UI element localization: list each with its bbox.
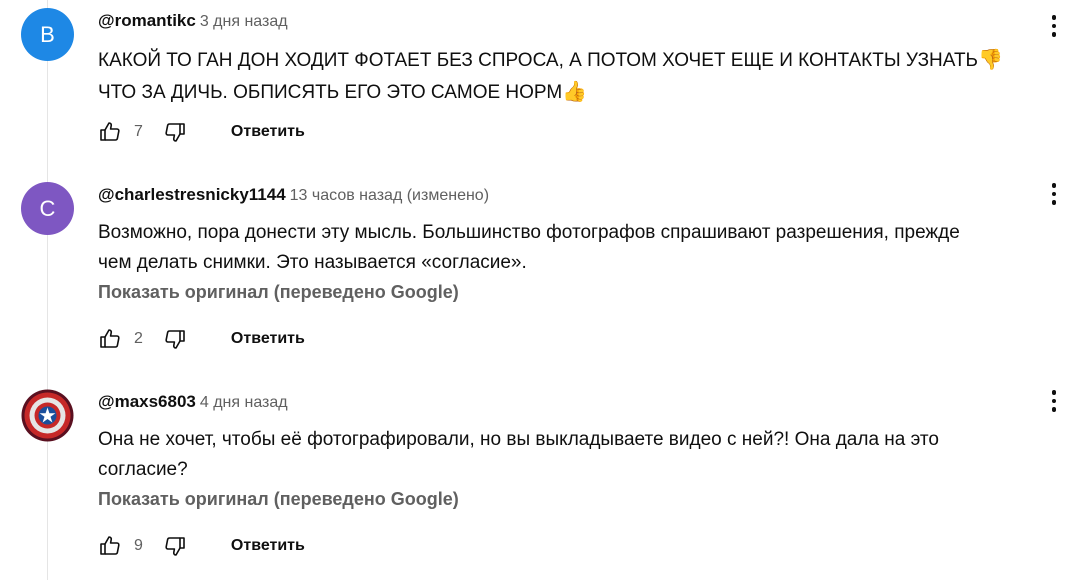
comment-header: @charlestresnicky1144 13 часов назад (изм… — [98, 184, 489, 207]
dot-icon — [1051, 200, 1057, 205]
dot-icon — [1051, 407, 1057, 412]
like-button[interactable] — [98, 534, 122, 558]
avatar[interactable]: C — [21, 182, 74, 235]
captain-shield-icon — [21, 389, 74, 442]
like-count: 7 — [134, 123, 143, 140]
reply-button[interactable]: Ответить — [231, 537, 305, 555]
dot-icon — [1051, 32, 1057, 37]
more-options-button[interactable] — [1044, 10, 1064, 42]
comment-time[interactable]: 13 часов назад (изменено) — [290, 187, 489, 204]
like-button[interactable] — [98, 327, 122, 351]
comment-time[interactable]: 3 дня назад — [200, 13, 288, 30]
comment-text-line: ЧТО ЗА ДИЧЬ. ОБПИСЯТЬ ЕГО ЭТО САМОЕ НОРМ — [98, 82, 563, 103]
avatar-letter: B — [40, 21, 55, 47]
more-options-button[interactable] — [1044, 385, 1064, 417]
comment-actions: 2 Ответить — [98, 325, 305, 353]
dislike-button[interactable] — [163, 534, 187, 558]
thumbs-up-icon — [100, 329, 120, 348]
comment-text: Она не хочет, чтобы её фотографировали, … — [98, 429, 939, 480]
author-name[interactable]: @charlestresnicky1144 — [98, 185, 286, 204]
thumbs-down-icon — [165, 330, 185, 349]
thumbs-down-emoji: 👎 — [978, 47, 1003, 71]
like-button[interactable] — [98, 120, 122, 144]
comment-text-line: КАКОЙ ТО ГАН ДОН ХОДИТ ФОТАЕТ БЕЗ СПРОСА… — [98, 50, 979, 71]
reply-button[interactable]: Ответить — [231, 330, 305, 348]
comment-text: КАКОЙ ТО ГАН ДОН ХОДИТ ФОТАЕТ БЕЗ СПРОСА… — [98, 44, 1066, 108]
dot-icon — [1051, 23, 1057, 29]
thumbs-down-icon — [165, 123, 185, 142]
show-original-link[interactable]: Показать оригинал (переведено Google) — [98, 282, 459, 303]
dislike-button[interactable] — [163, 120, 187, 144]
avatar-letter: C — [39, 195, 56, 221]
more-options-button[interactable] — [1044, 178, 1064, 210]
thumbs-down-icon — [165, 537, 185, 556]
comment-actions: 7 Ответить — [98, 118, 305, 146]
author-name[interactable]: @maxs6803 — [98, 392, 196, 411]
dot-icon — [1051, 390, 1057, 395]
comment-actions: 9 Ответить — [98, 532, 305, 560]
avatar[interactable]: B — [21, 8, 74, 61]
thread-line — [47, 0, 48, 580]
like-count: 9 — [134, 537, 143, 554]
comment-text: Возможно, пора донести эту мысль. Больши… — [98, 222, 960, 273]
dot-icon — [1051, 191, 1057, 197]
avatar[interactable] — [21, 389, 74, 442]
comment-time[interactable]: 4 дня назад — [200, 394, 288, 411]
dislike-button[interactable] — [163, 327, 187, 351]
like-count: 2 — [134, 330, 143, 347]
show-original-link[interactable]: Показать оригинал (переведено Google) — [98, 489, 459, 510]
thumbs-up-icon — [100, 122, 120, 141]
dot-icon — [1051, 398, 1057, 404]
comment-header: @maxs6803 4 дня назад — [98, 391, 288, 414]
thumbs-up-icon — [100, 536, 120, 555]
comment-header: @romantikc 3 дня назад — [98, 10, 288, 33]
thumbs-up-emoji: 👍 — [562, 79, 588, 103]
author-name[interactable]: @romantikc — [98, 11, 196, 30]
reply-button[interactable]: Ответить — [231, 123, 305, 141]
dot-icon — [1051, 15, 1057, 20]
dot-icon — [1051, 183, 1057, 188]
